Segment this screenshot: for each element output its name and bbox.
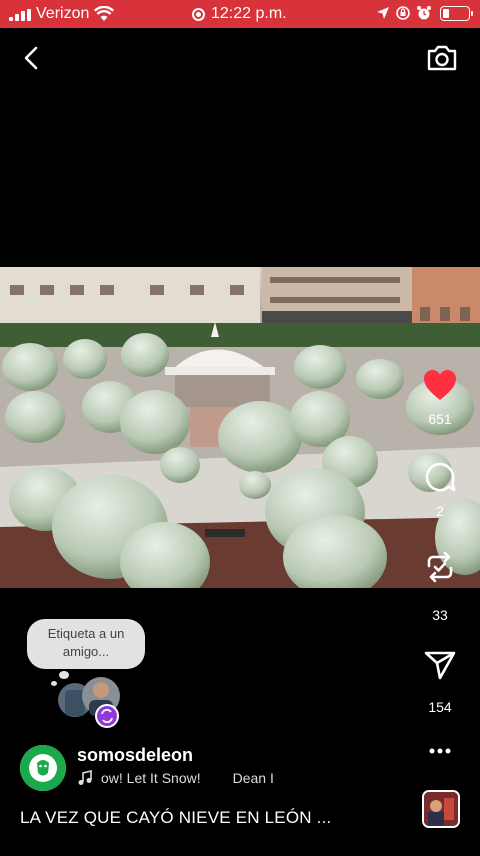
friend-avatars[interactable] — [57, 672, 125, 728]
status-bar: Verizon 12:22 p.m. — [0, 0, 480, 28]
like-count: 651 — [428, 411, 452, 427]
share-button[interactable]: 154 — [400, 648, 480, 715]
more-icon — [429, 748, 451, 754]
snowy-plaza-image — [0, 267, 480, 588]
remix-icon — [427, 551, 453, 583]
location-icon — [377, 7, 389, 19]
camera-button[interactable] — [424, 40, 460, 76]
like-button[interactable]: 651 — [400, 368, 480, 427]
song-title: ow! Let It Snow! — [101, 770, 201, 786]
share-count: 154 — [428, 699, 452, 715]
heart-icon — [424, 370, 456, 400]
reel-video[interactable] — [0, 267, 480, 588]
wifi-icon — [94, 6, 114, 21]
audio-thumbnail[interactable] — [422, 790, 460, 828]
comment-count: 2 — [436, 503, 444, 519]
rotation-lock-icon — [396, 6, 410, 20]
carrier-name: Verizon — [36, 5, 90, 22]
paper-plane-icon — [424, 651, 456, 680]
more-options-button[interactable] — [400, 738, 480, 769]
username[interactable]: somosdeleon — [77, 745, 193, 766]
alarm-icon — [417, 6, 431, 20]
signal-icon — [9, 9, 31, 21]
tag-prompt-line1: Etiqueta a un — [47, 626, 125, 641]
tag-friend-bubble[interactable]: Etiqueta a un amigo... — [27, 619, 145, 686]
back-button[interactable] — [16, 42, 48, 74]
audio-track[interactable]: ow! Let It Snow! Dean I — [77, 770, 285, 786]
profile-avatar[interactable] — [20, 745, 66, 791]
screen-record-icon — [192, 7, 205, 21]
comment-icon — [425, 462, 456, 492]
status-time: 12:22 p.m. — [211, 5, 287, 22]
tag-prompt-line2: amigo... — [62, 644, 110, 659]
remix-count: 33 — [432, 607, 448, 623]
song-artist: Dean I — [232, 770, 274, 786]
comment-button[interactable]: 2 — [400, 460, 480, 519]
lion-logo-icon — [20, 745, 66, 791]
post-caption[interactable]: LA VEZ QUE CAYÓ NIEVE EN LEÓN ... — [20, 808, 331, 828]
music-note-icon — [78, 770, 92, 785]
remix-button[interactable]: 33 — [400, 550, 480, 623]
battery-icon — [440, 5, 473, 21]
album-art-icon — [424, 792, 458, 826]
